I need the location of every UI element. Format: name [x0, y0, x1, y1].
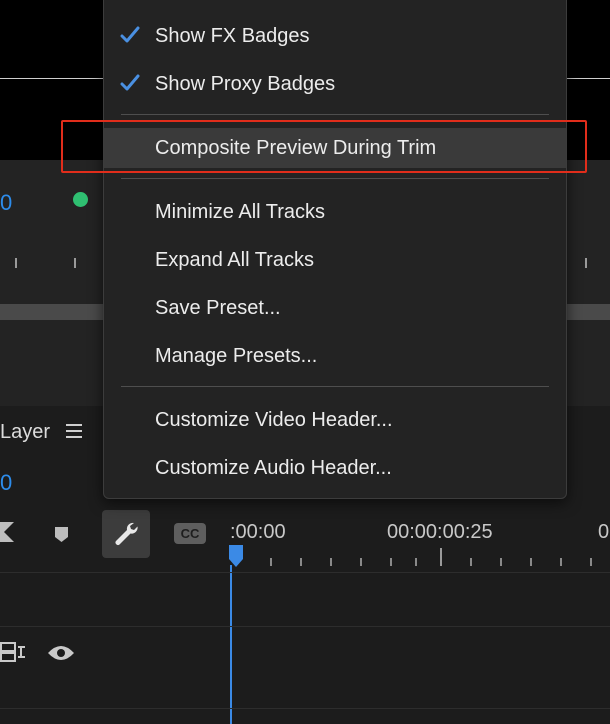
track-divider	[0, 708, 610, 709]
ruler-time: 00:00:00:25	[387, 521, 493, 543]
panel-tab-label[interactable]: Layer	[0, 421, 50, 444]
menu-item-label: Manage Presets...	[155, 345, 318, 367]
menu-item-show-fx-badges[interactable]: Show FX Badges	[104, 16, 566, 56]
annotation-highlight-box	[61, 120, 587, 173]
menu-item-label: Expand All Tracks	[155, 249, 314, 271]
ruler-tick	[390, 558, 392, 566]
menu-separator	[121, 386, 549, 387]
ruler-tick	[330, 558, 332, 566]
playhead-line[interactable]	[230, 565, 232, 724]
add-marker-icon[interactable]	[54, 526, 69, 543]
ruler-tick	[585, 258, 587, 268]
menu-item-label: Save Preset...	[155, 297, 281, 319]
ruler-tick	[530, 558, 532, 566]
menu-item-minimize-all-tracks[interactable]: Minimize All Tracks	[104, 192, 566, 232]
status-dot	[73, 192, 88, 207]
ruler-tick	[470, 558, 472, 566]
timeline-settings-menu: Show FX Badges Show Proxy Badges Composi…	[103, 0, 567, 499]
eye-icon[interactable]	[47, 644, 75, 662]
sync-lock-icon[interactable]	[0, 641, 26, 663]
track-divider	[0, 572, 610, 573]
timecode-top[interactable]: 0	[0, 190, 12, 216]
ruler-tick	[300, 558, 302, 566]
menu-item-label: Minimize All Tracks	[155, 201, 326, 223]
checkmark-icon	[120, 74, 140, 91]
hamburger-menu-icon[interactable]	[66, 424, 82, 438]
menu-item-label: Customize Video Header...	[155, 409, 393, 431]
menu-item-save-preset[interactable]: Save Preset...	[104, 288, 566, 328]
ruler-tick	[15, 258, 17, 268]
menu-item-label: Show Proxy Badges	[155, 73, 336, 95]
checkmark-icon	[120, 26, 140, 43]
menu-item-label: Show FX Badges	[155, 25, 310, 47]
menu-item-customize-audio-header[interactable]: Customize Audio Header...	[104, 448, 566, 488]
menu-item-customize-video-header[interactable]: Customize Video Header...	[104, 400, 566, 440]
ruler-tick	[415, 558, 417, 566]
menu-separator	[121, 178, 549, 179]
wrench-icon	[115, 522, 138, 545]
menu-item-expand-all-tracks[interactable]: Expand All Tracks	[104, 240, 566, 280]
snap-icon[interactable]	[0, 522, 16, 542]
timeline-timecode[interactable]: 0	[0, 470, 12, 496]
ruler-tick	[74, 258, 76, 268]
ruler-tick	[590, 558, 592, 566]
track-divider	[0, 626, 610, 627]
ruler-time: :00:00	[230, 521, 286, 543]
playhead-handle[interactable]	[229, 545, 243, 567]
menu-item-manage-presets[interactable]: Manage Presets...	[104, 336, 566, 376]
menu-separator	[121, 114, 549, 115]
timeline-settings-button[interactable]	[102, 510, 150, 558]
menu-item-show-proxy-badges[interactable]: Show Proxy Badges	[104, 64, 566, 104]
ruler-major-tick	[440, 548, 442, 566]
ruler-tick	[500, 558, 502, 566]
ruler-tick	[270, 558, 272, 566]
ruler-tick	[360, 558, 362, 566]
menu-item-label: Customize Audio Header...	[155, 457, 392, 479]
ruler-tick	[560, 558, 562, 566]
closed-captions-icon[interactable]: CC	[174, 523, 206, 544]
ruler-time: 0	[598, 521, 610, 543]
